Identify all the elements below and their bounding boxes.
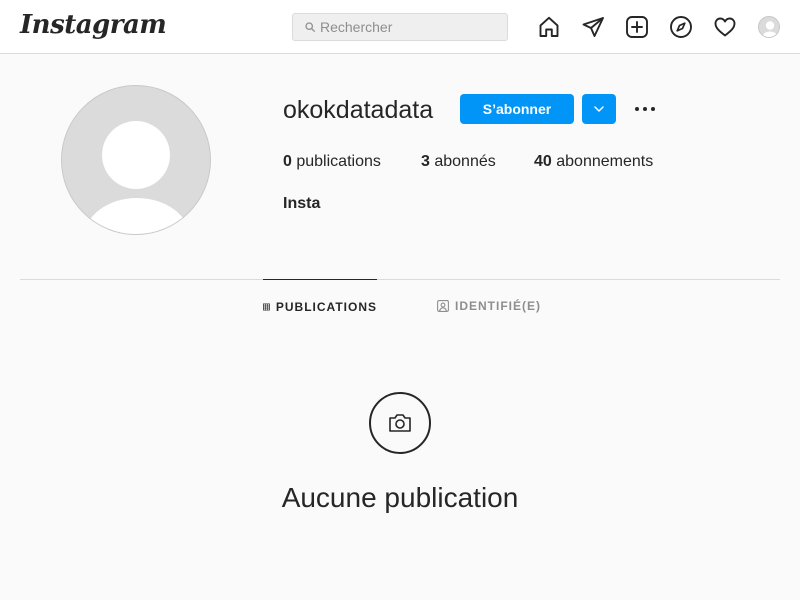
avatar-head-shape xyxy=(102,121,170,189)
search-bar[interactable] xyxy=(292,13,508,41)
chevron-down-icon xyxy=(594,106,604,112)
followers-stat[interactable]: 3 abonnés xyxy=(421,153,496,171)
posts-count: 0 xyxy=(283,153,292,170)
tagged-icon xyxy=(437,300,449,312)
empty-state-camera xyxy=(369,392,431,454)
more-options-icon[interactable] xyxy=(630,98,660,120)
followers-label: abonnés xyxy=(434,153,496,170)
tabs-divider xyxy=(20,279,780,280)
empty-state-message: Aucune publication xyxy=(281,482,519,513)
follow-button[interactable]: S’abonner xyxy=(460,94,574,124)
posts-label: publications xyxy=(296,153,381,170)
avatar-placeholder-icon xyxy=(762,21,778,37)
avatar-body-shape xyxy=(84,198,190,234)
instagram-logo[interactable]: Instagram xyxy=(20,10,167,40)
profile-username: okokdatadata xyxy=(283,96,434,124)
camera-icon xyxy=(389,414,411,432)
profile-avatar[interactable] xyxy=(758,16,780,38)
profile-picture[interactable] xyxy=(61,85,211,235)
new-post-icon[interactable] xyxy=(625,15,649,39)
profile-full-name: Insta xyxy=(283,195,321,212)
search-icon xyxy=(305,22,315,32)
tab-tagged[interactable]: IDENTIFIÉ(E) xyxy=(437,279,547,333)
following-count: 40 xyxy=(534,153,552,170)
direct-icon[interactable] xyxy=(581,15,605,39)
home-icon[interactable] xyxy=(537,15,561,39)
followers-count: 3 xyxy=(421,153,430,170)
tab-tagged-label: IDENTIFIÉ(E) xyxy=(455,299,541,313)
tab-publications[interactable]: PUBLICATIONS xyxy=(263,279,377,333)
posts-count-stat: 0 publications xyxy=(283,153,381,171)
activity-icon[interactable] xyxy=(713,15,737,39)
search-input[interactable] xyxy=(320,19,500,35)
tab-publications-label: PUBLICATIONS xyxy=(275,299,377,314)
explore-icon[interactable] xyxy=(669,15,693,39)
following-label: abonnements xyxy=(556,153,654,170)
suggestions-dropdown-button[interactable] xyxy=(582,94,616,124)
top-navbar: Instagram xyxy=(0,0,800,54)
following-stat[interactable]: 40 abonnements xyxy=(534,153,653,171)
grid-icon xyxy=(263,303,270,310)
